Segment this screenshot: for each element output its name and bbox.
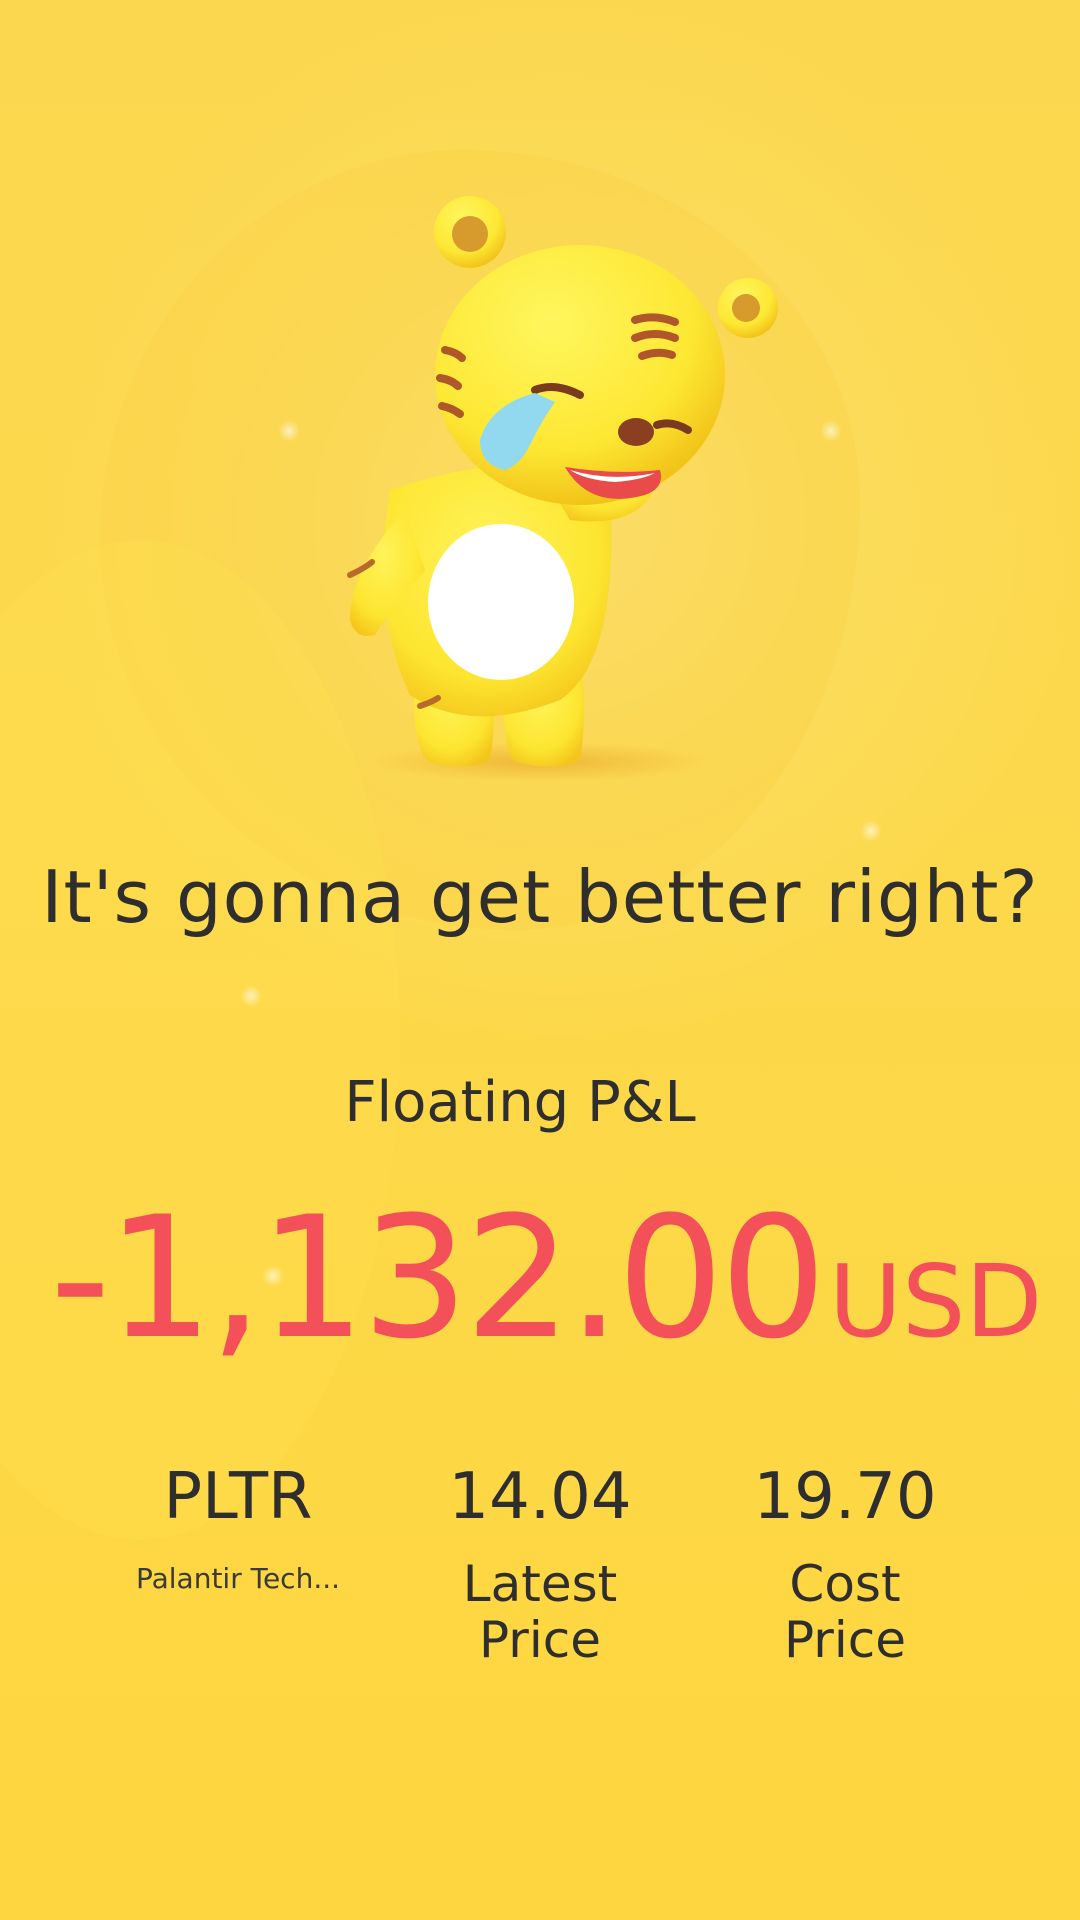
sparkle [240,985,262,1007]
latest-price-value: 14.04 [448,1460,632,1534]
floating-pl-value: -1,132.00USD [50,1180,1050,1376]
crying-tiger-mascot [347,196,778,782]
headline: It's gonna get better right? [41,855,1039,939]
sparkle [820,420,842,442]
cost-price-value: 19.70 [753,1460,937,1534]
latest-price-label: Latest Price [462,1555,618,1669]
latest-price: 14.04 Latest Price [390,1460,690,1668]
sparkle [278,420,300,442]
stock-info: PLTR Palantir Tech... [88,1460,388,1595]
cost-price: 19.70 Cost Price [695,1460,995,1668]
stock-ticker: PLTR [163,1460,313,1534]
mascot-nose [618,418,654,446]
cost-price-label: Cost Price [784,1555,906,1669]
floating-pl-amount: -1,132.00 [50,1180,827,1376]
stock-name: Palantir Tech... [135,1562,341,1595]
floating-pl-currency: USD [828,1243,1043,1360]
mascot-head [435,245,725,505]
floating-pl-label: Floating P&L [344,1070,696,1135]
sparkle [860,820,882,842]
mascot-belly [428,524,574,680]
